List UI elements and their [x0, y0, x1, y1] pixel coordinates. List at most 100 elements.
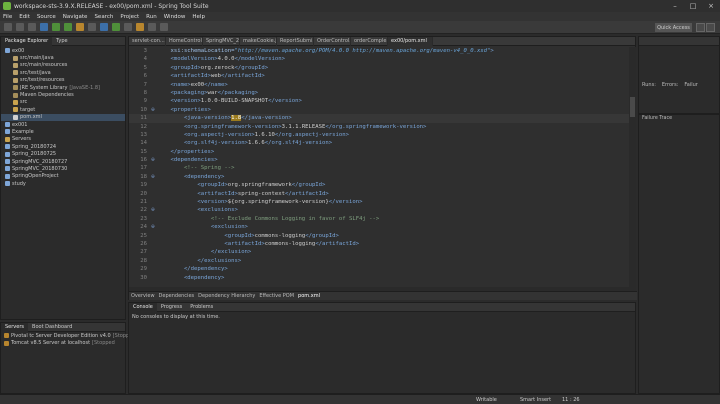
- tree-item[interactable]: pom.xml: [1, 113, 125, 121]
- tab-servers[interactable]: Servers: [1, 322, 29, 332]
- new-java-project-icon[interactable]: [88, 23, 96, 31]
- tree-item[interactable]: study: [1, 180, 125, 187]
- menu-window[interactable]: Window: [164, 14, 186, 20]
- new-icon[interactable]: [4, 23, 12, 31]
- maximize-button[interactable]: □: [684, 2, 702, 10]
- tab-boot-dashboard[interactable]: Boot Dashboard: [28, 323, 76, 332]
- menu-run[interactable]: Run: [146, 14, 157, 20]
- menu-navigate[interactable]: Navigate: [63, 14, 88, 20]
- code-line[interactable]: 3 xsi:schemaLocation="http://maven.apach…: [129, 47, 629, 55]
- code-line[interactable]: 29 </dependency>: [129, 265, 629, 273]
- menu-edit[interactable]: Edit: [19, 14, 30, 20]
- close-button[interactable]: ×: [702, 2, 720, 10]
- editor-tab[interactable]: makeCookie.jsp: [240, 37, 277, 46]
- scroll-thumb[interactable]: [630, 97, 635, 117]
- tree-item[interactable]: src/main/resources: [1, 62, 125, 69]
- menu-file[interactable]: File: [3, 14, 12, 20]
- tree-item[interactable]: Spring_20180724: [1, 143, 125, 150]
- build-icon[interactable]: [40, 23, 48, 31]
- code-line[interactable]: 18 ⊖ <dependency>: [129, 173, 629, 181]
- code-line[interactable]: 20 <artifactId>spring-context</artifactI…: [129, 190, 629, 198]
- editor-tab[interactable]: ex00/pom.xml: [388, 37, 433, 46]
- tab-type-hierarchy[interactable]: Type: [52, 37, 71, 46]
- new-class-icon[interactable]: [112, 23, 120, 31]
- tree-item[interactable]: JRE System Library [JavaSE-1.8]: [1, 84, 125, 91]
- tree-item[interactable]: src: [1, 99, 125, 106]
- tree-item[interactable]: src/test/resources: [1, 77, 125, 84]
- search-icon[interactable]: [136, 23, 144, 31]
- editor-tab[interactable]: HomeControl...: [166, 37, 203, 46]
- quick-access-field[interactable]: Quick Access: [655, 23, 692, 32]
- tab-progress[interactable]: Progress: [157, 303, 186, 312]
- server-item[interactable]: Tomcat v8.5 Server at localhost [Stopped: [1, 339, 125, 346]
- menu-source[interactable]: Source: [37, 14, 56, 20]
- menu-help[interactable]: Help: [192, 14, 205, 20]
- pom-page-tab[interactable]: Dependencies: [157, 293, 197, 299]
- tree-item[interactable]: SpringMVC_20180727: [1, 158, 125, 165]
- editor-tab[interactable]: OrderControl...: [314, 37, 351, 46]
- pom-page-tab[interactable]: Overview: [129, 293, 157, 299]
- tab-console[interactable]: Console: [129, 302, 157, 312]
- code-line[interactable]: 28 </exclusions>: [129, 257, 629, 265]
- fold-toggle-icon[interactable]: ⊖: [149, 223, 157, 231]
- code-line[interactable]: 6 <artifactId>web</artifactId>: [129, 72, 629, 80]
- code-line[interactable]: 22 ⊖ <exclusions>: [129, 206, 629, 214]
- code-line[interactable]: 30 <dependency>: [129, 274, 629, 282]
- run-icon[interactable]: [52, 23, 60, 31]
- code-line[interactable]: 13 <org.aspectj-version>1.6.10</org.aspe…: [129, 131, 629, 139]
- code-line[interactable]: 11 <java-version>1.8</java-version>: [129, 114, 629, 123]
- editor-tab[interactable]: SpringMVC_2...: [203, 37, 240, 46]
- pom-page-tab[interactable]: pom.xml: [296, 293, 322, 299]
- tree-item[interactable]: Example: [1, 128, 125, 135]
- back-icon[interactable]: [148, 23, 156, 31]
- code-line[interactable]: 5 <groupId>org.zerock</groupId>: [129, 64, 629, 72]
- code-line[interactable]: 17 <!-- Spring -->: [129, 164, 629, 172]
- open-type-icon[interactable]: [124, 23, 132, 31]
- tree-item[interactable]: target: [1, 106, 125, 113]
- editor-tab[interactable]: ReportSubmi...: [277, 37, 314, 46]
- new-package-icon[interactable]: [100, 23, 108, 31]
- code-line[interactable]: 25 <groupId>commons-logging</groupId>: [129, 232, 629, 240]
- code-line[interactable]: 4 <modelVersion>4.0.0</modelVersion>: [129, 55, 629, 63]
- code-line[interactable]: 12 <org.springframework-version>3.1.1.RE…: [129, 123, 629, 131]
- code-line[interactable]: 19 <groupId>org.springframework</groupId…: [129, 181, 629, 189]
- code-line[interactable]: 16 ⊖ <dependencies>: [129, 156, 629, 164]
- tab-package-explorer[interactable]: Package Explorer: [1, 36, 53, 46]
- menu-project[interactable]: Project: [120, 14, 139, 20]
- forward-icon[interactable]: [160, 23, 168, 31]
- fold-toggle-icon[interactable]: ⊖: [149, 156, 157, 164]
- menu-search[interactable]: Search: [94, 14, 113, 20]
- code-line[interactable]: 23 <!-- Exclude Commons Logging in favor…: [129, 215, 629, 223]
- java-ee-perspective-icon[interactable]: [696, 23, 705, 32]
- pom-page-tab[interactable]: Dependency Hierarchy: [196, 293, 257, 299]
- tree-item[interactable]: ex001: [1, 121, 125, 128]
- save-icon[interactable]: [16, 23, 24, 31]
- print-icon[interactable]: [28, 23, 36, 31]
- code-line[interactable]: 27 </exclusion>: [129, 248, 629, 256]
- code-line[interactable]: 15 </properties>: [129, 148, 629, 156]
- fold-toggle-icon[interactable]: ⊖: [149, 106, 157, 114]
- fold-toggle-icon[interactable]: ⊖: [149, 173, 157, 181]
- code-line[interactable]: 26 <artifactId>commons-logging</artifact…: [129, 240, 629, 248]
- tree-item[interactable]: ex00: [1, 47, 125, 54]
- code-line[interactable]: 7 <name>ex00</name>: [129, 81, 629, 89]
- pom-page-tab[interactable]: Effective POM: [257, 293, 296, 299]
- tree-item[interactable]: SpringOpenProject: [1, 173, 125, 180]
- code-line[interactable]: 21 <version>${org.springframework-versio…: [129, 198, 629, 206]
- code-area[interactable]: 3 xsi:schemaLocation="http://maven.apach…: [129, 47, 629, 291]
- tree-item[interactable]: src/main/java: [1, 54, 125, 61]
- editor-tab[interactable]: orderComple...: [351, 37, 388, 46]
- code-line[interactable]: 10 ⊖ <properties>: [129, 106, 629, 114]
- editor-tab[interactable]: servlet-con...: [129, 37, 166, 46]
- code-line[interactable]: 24 ⊖ <exclusion>: [129, 223, 629, 231]
- server-item[interactable]: Pivotal tc Server Developer Edition v4.0…: [1, 332, 129, 339]
- debug-icon[interactable]: [64, 23, 72, 31]
- code-line[interactable]: 9 <version>1.0.0-BUILD-SNAPSHOT</version…: [129, 97, 629, 105]
- tree-item[interactable]: SpringMVC_20180730: [1, 165, 125, 172]
- editor-vertical-scrollbar[interactable]: [629, 47, 636, 291]
- tree-item[interactable]: Maven Dependencies: [1, 91, 125, 98]
- spring-perspective-icon[interactable]: [706, 23, 715, 32]
- tree-item[interactable]: Servers: [1, 136, 125, 143]
- tree-item[interactable]: Spring_20180725: [1, 150, 125, 157]
- fold-toggle-icon[interactable]: ⊖: [149, 206, 157, 214]
